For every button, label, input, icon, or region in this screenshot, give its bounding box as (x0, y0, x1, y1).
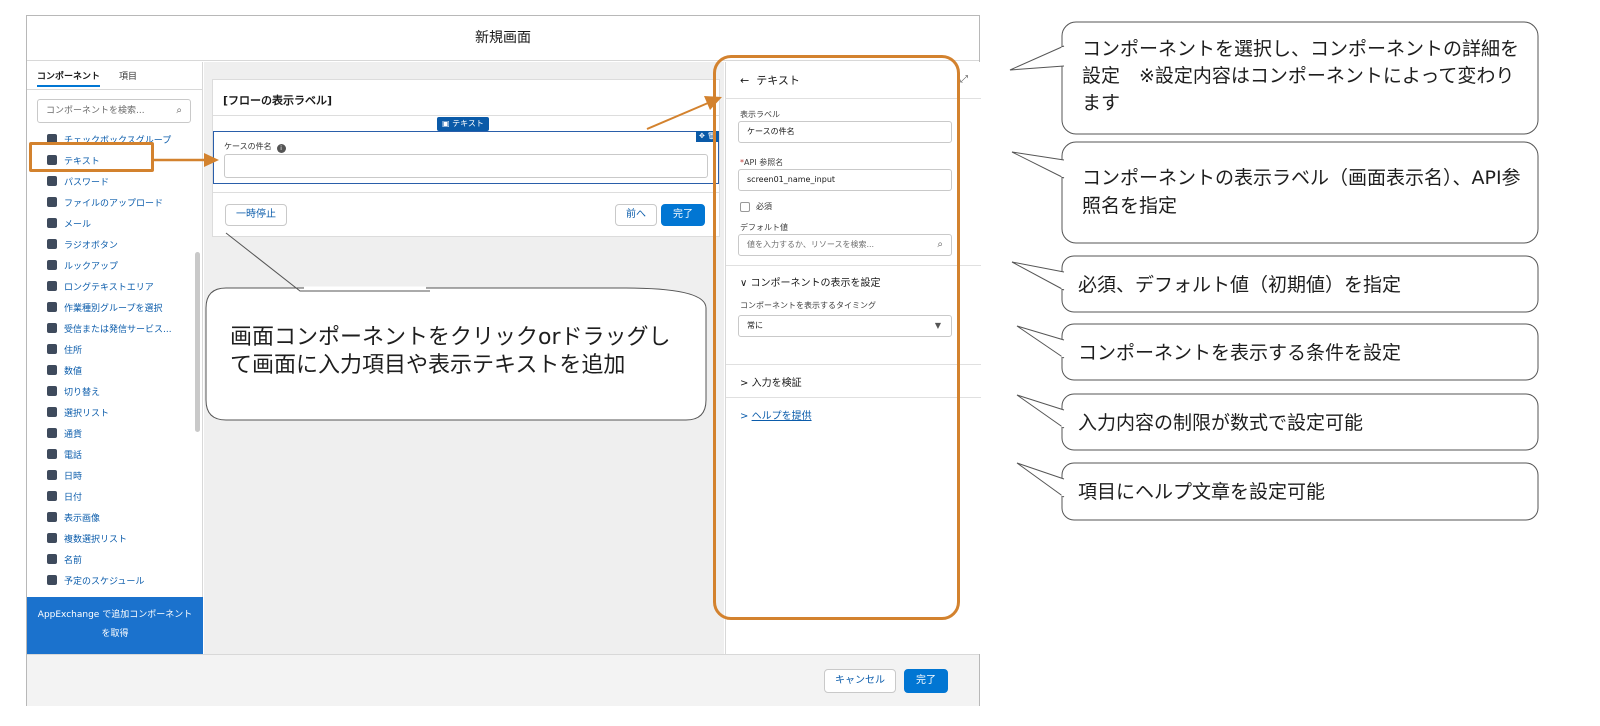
arrow-head (204, 153, 219, 167)
callout-visibility-text: コンポーネントを表示する条件を設定 (1078, 342, 1402, 364)
callout-canvas-tail (225, 232, 430, 292)
callout-required-text: 必須、デフォルト値（初期値）を指定 (1078, 274, 1402, 296)
callout-label-text: コンポーネントの表示ラベル（画面表示名）、API参照名を指定 (1082, 167, 1521, 217)
callout-validate-text: 入力内容の制限が数式で設定可能 (1078, 412, 1364, 434)
callout-required-tail (1011, 261, 1065, 291)
callout-validate-tail (1016, 394, 1065, 429)
callout-select-text: コンポーネントを選択し、コンポーネントの詳細を設定 ※設定内容はコンポーネントに… (1082, 38, 1520, 114)
callout-help-tail (1016, 462, 1065, 498)
callout-canvas-text: 画面コンポーネントをクリックorドラッグして画面に入力項目や表示テキストを追加 (230, 325, 671, 378)
callout-help-text: 項目にヘルプ文章を設定可能 (1078, 481, 1326, 503)
callout-visibility-tail (1016, 325, 1065, 359)
callout-label-tail (1011, 151, 1065, 179)
arrow-to-properties (646, 102, 709, 130)
callout-select-tail (1009, 45, 1065, 71)
